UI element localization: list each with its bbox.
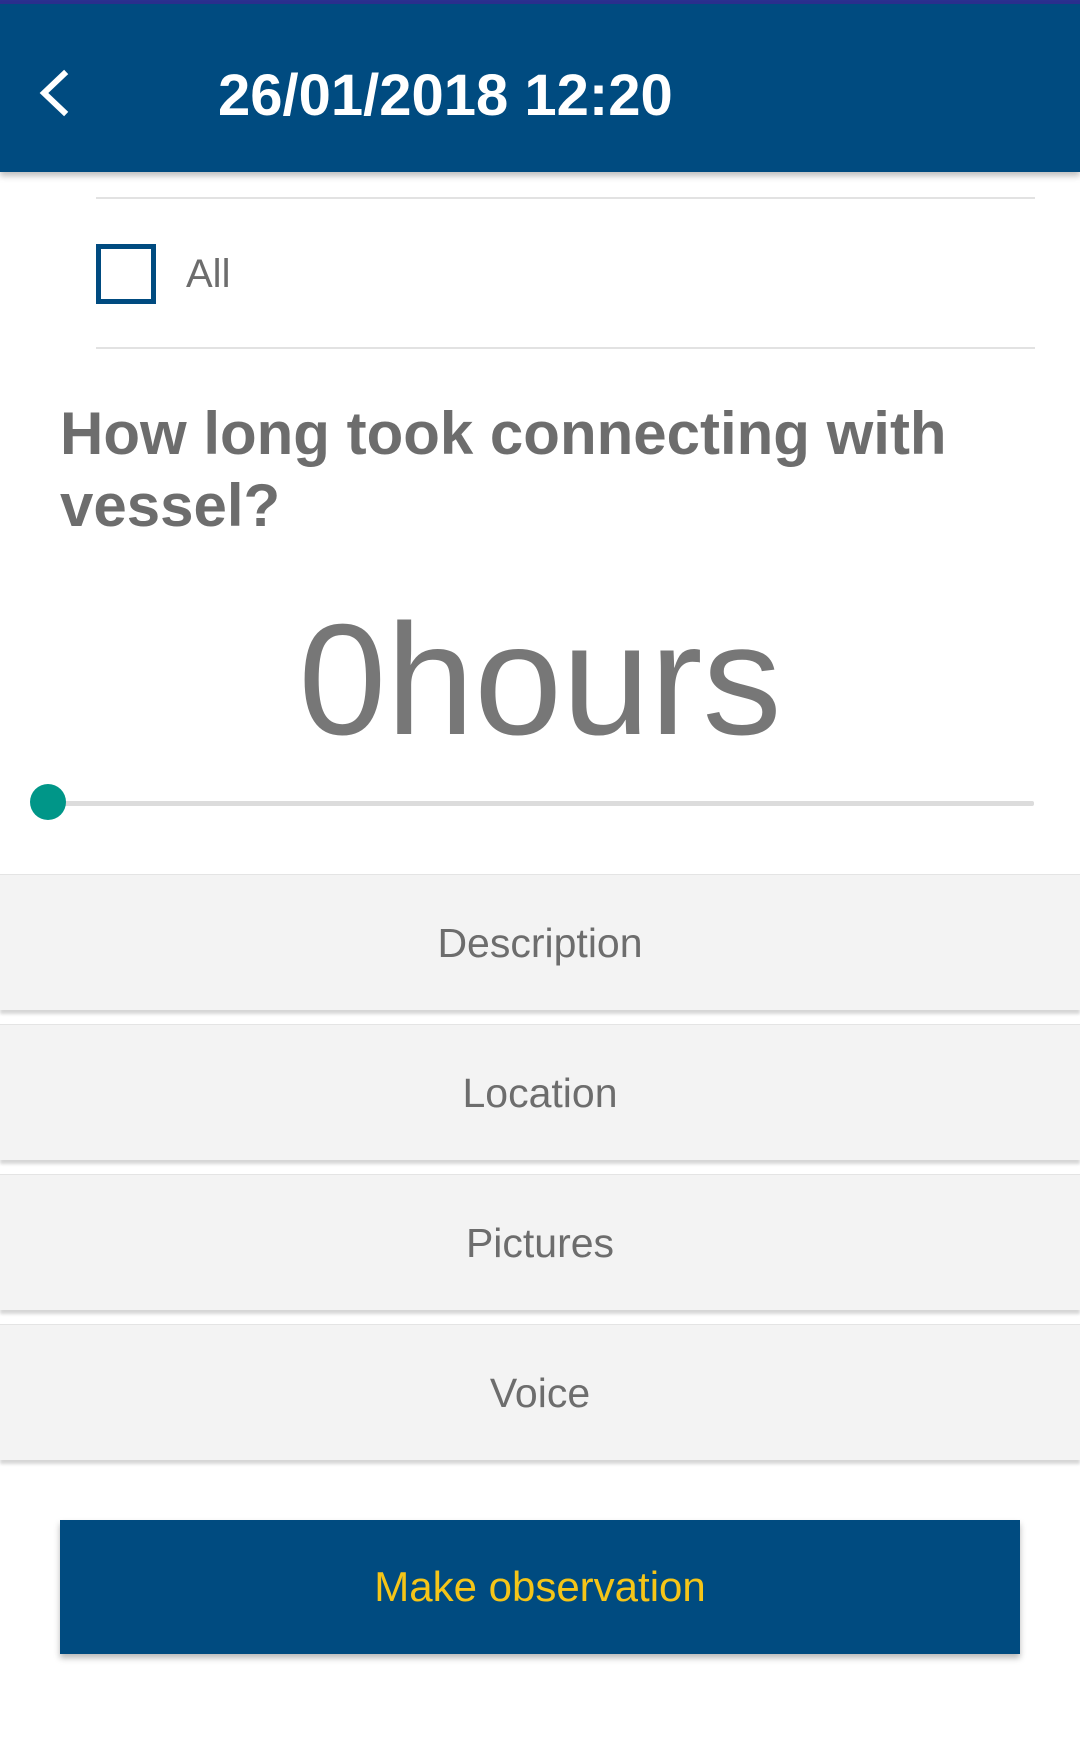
- divider-bottom: [96, 347, 1035, 349]
- divider-top: [96, 197, 1035, 199]
- location-button[interactable]: Location: [0, 1024, 1080, 1160]
- pictures-button[interactable]: Pictures: [0, 1174, 1080, 1310]
- chevron-left-icon: [39, 69, 69, 117]
- make-observation-button[interactable]: Make observation: [60, 1520, 1020, 1654]
- duration-value: 0: [298, 592, 387, 768]
- duration-display: 0hours: [0, 600, 1080, 760]
- all-checkbox-row[interactable]: All: [96, 200, 1035, 348]
- duration-slider[interactable]: [30, 780, 1034, 826]
- duration-unit: hours: [386, 592, 782, 768]
- slider-track[interactable]: [48, 801, 1034, 806]
- app-bar: 26/01/2018 12:20: [0, 4, 1080, 172]
- page-title: 26/01/2018 12:20: [218, 63, 673, 128]
- all-checkbox-label: All: [186, 252, 231, 296]
- question-text: How long took connecting with vessel?: [60, 400, 947, 539]
- slider-thumb[interactable]: [30, 784, 66, 820]
- all-checkbox[interactable]: [96, 244, 156, 304]
- description-button[interactable]: Description: [0, 874, 1080, 1010]
- back-button[interactable]: [30, 48, 90, 138]
- voice-button[interactable]: Voice: [0, 1324, 1080, 1460]
